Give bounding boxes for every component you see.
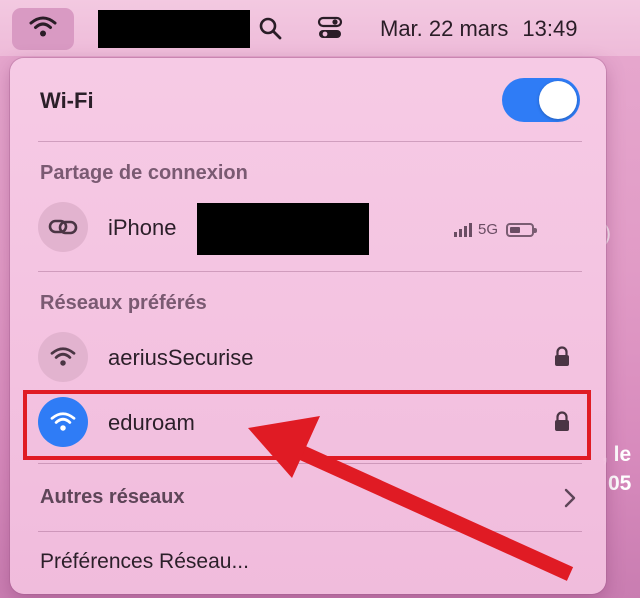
red-arrow-annotation <box>248 416 574 581</box>
